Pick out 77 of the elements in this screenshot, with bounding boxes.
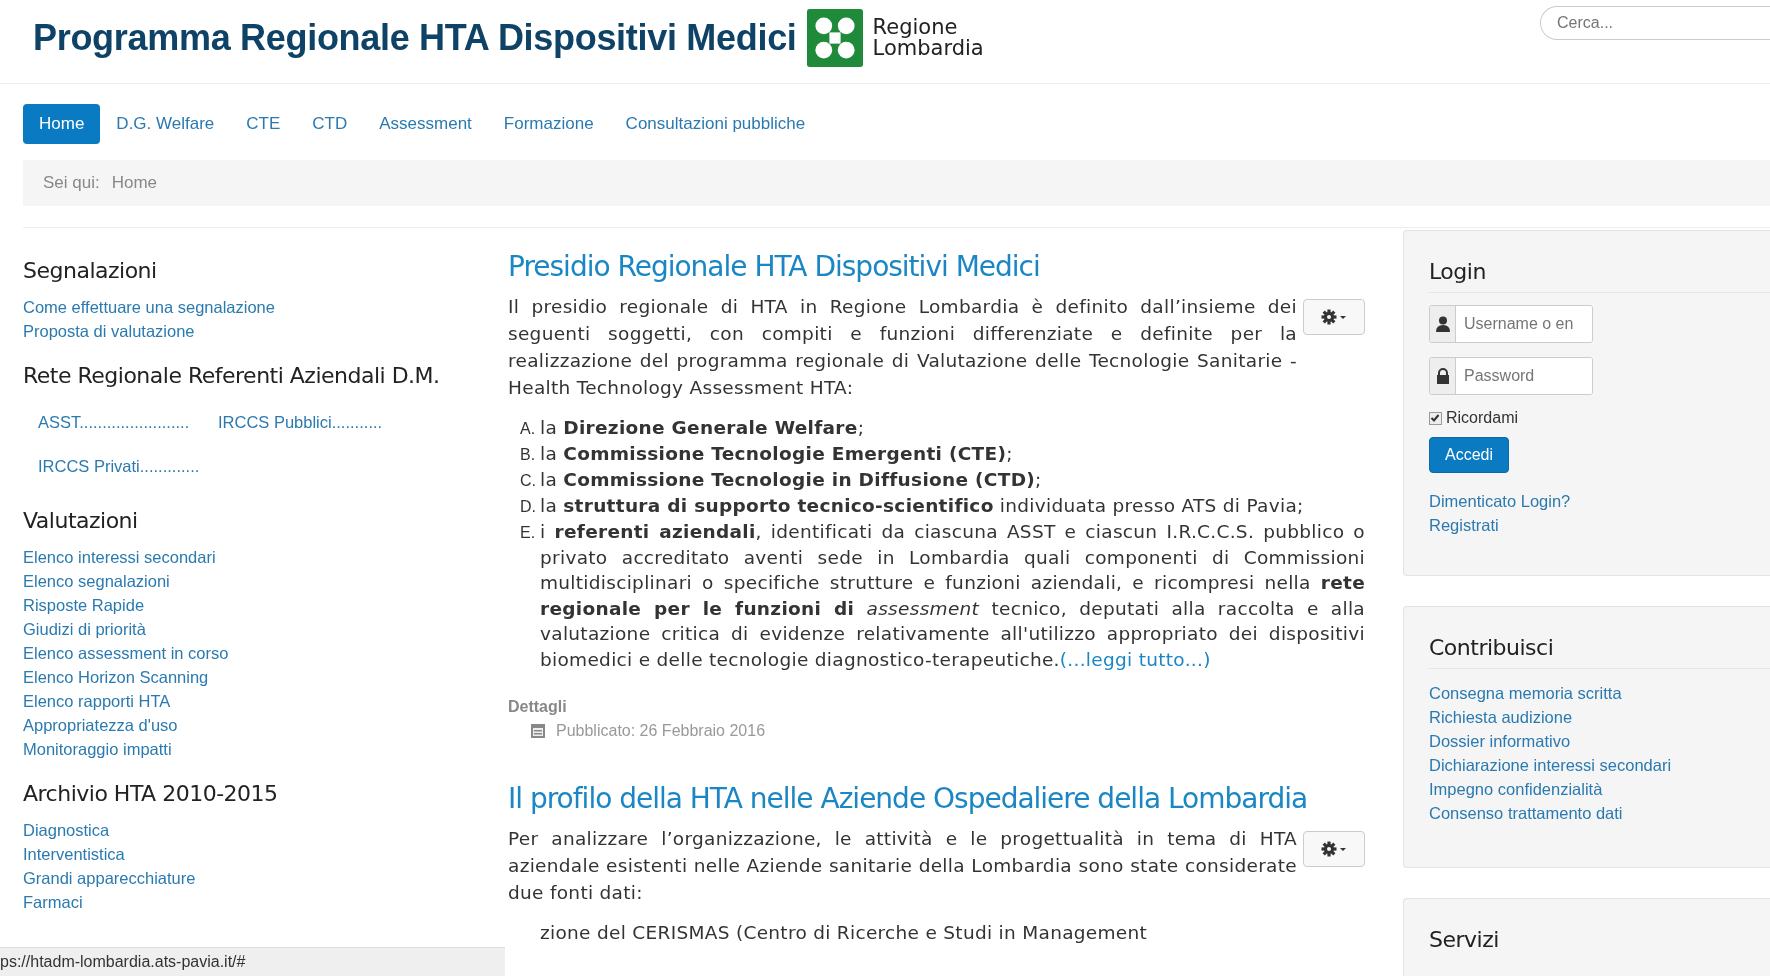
contribute-link[interactable]: Richiesta audizione [1429, 705, 1573, 729]
login-link[interactable]: Registrati [1429, 513, 1499, 537]
nav-tab[interactable]: CTE [230, 104, 297, 144]
username-field[interactable]: Username o en [1429, 305, 1593, 343]
nav-tab[interactable]: Consultazioni pubbliche [609, 104, 822, 144]
contribute-link[interactable]: Consegna memoria scritta [1429, 681, 1622, 705]
list-item-text: la Commissione Tecnologie in Diffusione (CTD); [540, 468, 1042, 492]
list-marker: A. [520, 419, 536, 439]
read-more-link[interactable]: (...leggi tutto...) [1059, 648, 1211, 670]
list-marker: E. [520, 523, 536, 543]
login-button[interactable]: Accedi [1429, 437, 1510, 473]
nav-tab[interactable]: D.G. Welfare [100, 104, 231, 144]
published-date: Pubblicato: 26 Febbraio 2016 [556, 722, 766, 740]
calendar-icon [530, 723, 546, 739]
password-field[interactable]: Password [1429, 357, 1593, 395]
article-options-button[interactable] [1303, 299, 1365, 335]
list-marker: C. [520, 471, 536, 491]
list-item-text: la Direzione Generale Welfare; [540, 416, 865, 440]
list-item-text: la struttura di supporto tecnico-scientifico individuata presso ATS di Pavia; [540, 494, 1304, 518]
search-field[interactable]: Cerca... [1540, 6, 1770, 40]
list-item-text: zione del CERISMAS (Centro di Ricerche e Studi in Management [540, 921, 1148, 945]
list-item-text: la Commissione Tecnologie Emergenti (CTE); [540, 442, 1013, 466]
panel-heading: Servizi [1429, 927, 1500, 954]
sidebar-link[interactable]: Elenco interessi secondari [23, 545, 216, 569]
contribute-link[interactable]: Consenso trattamento dati [1429, 801, 1623, 825]
sidebar-link[interactable]: ASST........................ [38, 410, 218, 434]
sidebar-link[interactable]: Monitoraggio impatti [23, 737, 172, 761]
sidebar-link[interactable]: Proposta di valutazione [23, 319, 195, 343]
contribute-link[interactable]: Dossier informativo [1429, 729, 1571, 753]
details-label: Dettagli [508, 698, 568, 716]
contribute-link[interactable]: Dichiarazione interessi secondari [1429, 753, 1672, 777]
article-title[interactable]: Il profilo della HTA nelle Aziende Ospedaliere della Lombardia [508, 782, 1365, 815]
sidebar-link[interactable]: Grandi apparecchiature [23, 866, 196, 890]
sidebar-link[interactable]: Elenco Horizon Scanning [23, 665, 209, 689]
list-item-text: i referenti aziendali, identificati da ciascuna ASST e ciascun I.R.C.C.S. pubblico o privato accreditato aventi sede in Lombardia quali componenti di Commissioni multidisciplinari o specifiche strutture e funzioni aziendali, e ricompresi nella rete regionale per le funzioni di assessment tecnico, deputati alla raccolta e alla valutazione critica di evidenze relativamente all'utilizzo appropriato dei dispositivi biomedici e delle tecnologie diagnostico-terapeutiche.(...leggi tutto...) [540, 520, 1365, 672]
section-heading: Segnalazioni [23, 258, 158, 283]
sidebar-link[interactable]: Giudizi di priorità [23, 617, 146, 641]
section-heading: Rete Regionale Referenti Aziendali D.M. [23, 363, 441, 388]
sidebar-link[interactable]: Elenco rapporti HTA [23, 689, 171, 713]
nav-tab[interactable]: CTD [296, 104, 364, 144]
list-marker: D. [520, 497, 536, 517]
article-options-button[interactable] [1303, 831, 1365, 867]
gear-icon [1321, 841, 1347, 857]
sidebar-link[interactable]: Farmaci [23, 890, 83, 914]
user-icon [1435, 316, 1450, 332]
sidebar-link[interactable]: IRCCS Pubblici........... [218, 410, 398, 434]
breadcrumb-item[interactable]: Home [111, 173, 158, 193]
remember-label: Ricordami [1446, 409, 1518, 427]
section-heading: Archivio HTA 2010-2015 [23, 781, 279, 806]
status-bar: ps://htadm-lombardia.ats-pavia.it/# [0, 947, 505, 976]
remember-checkbox[interactable] [1429, 411, 1442, 425]
panel-heading: Login [1429, 259, 1770, 293]
logo-icon [806, 8, 863, 68]
gear-icon [1321, 309, 1347, 325]
article-paragraph: Per analizzare l’organizzazione, le attività e le progettualità in tema di HTA aziendale esistenti nelle Aziende sanitarie della Lombardia sono state considerate due fonti dati: [508, 827, 1297, 905]
panel-heading: Contribuisci [1429, 635, 1770, 669]
site-title: Programma Regionale HTA Dispositivi Medici [33, 17, 797, 59]
sidebar-link[interactable]: IRCCS Privati............. [38, 454, 218, 478]
section-heading: Valutazioni [23, 508, 139, 533]
lock-icon [1435, 368, 1450, 384]
contribute-link[interactable]: Impegno confidenzialità [1429, 777, 1603, 801]
breadcrumb-label: Sei qui: [43, 173, 100, 193]
sidebar-link[interactable]: Appropriatezza d'uso [23, 713, 178, 737]
sidebar-link[interactable]: Diagnostica [23, 818, 110, 842]
nav-tab[interactable]: Formazione [487, 104, 610, 144]
list-marker: B. [520, 445, 536, 465]
article-paragraph: Il presidio regionale di HTA in Regione Lombardia è definito dall’insieme dei seguenti soggetti, con compiti e funzioni differenziate e definite per la realizzazione del programma regionale di Valutazione delle Tecnologie Sanitarie - Health Technology Assessment HTA: [508, 295, 1297, 400]
sidebar-link[interactable]: Interventistica [23, 842, 125, 866]
sidebar-link[interactable]: Elenco assessment in corso [23, 641, 229, 665]
sidebar-link[interactable]: Come effettuare una segnalazione [23, 295, 275, 319]
sidebar-link[interactable]: Elenco segnalazioni [23, 569, 170, 593]
nav-tab[interactable]: Home [23, 104, 101, 144]
login-link[interactable]: Dimenticato Login? [1429, 489, 1571, 513]
article-title[interactable]: Presidio Regionale HTA Dispositivi Medici [508, 250, 1365, 283]
logo-text: Regione Lombardia [872, 17, 984, 59]
nav-tab[interactable]: Assessment [363, 104, 488, 144]
sidebar-link[interactable]: Risposte Rapide [23, 593, 145, 617]
